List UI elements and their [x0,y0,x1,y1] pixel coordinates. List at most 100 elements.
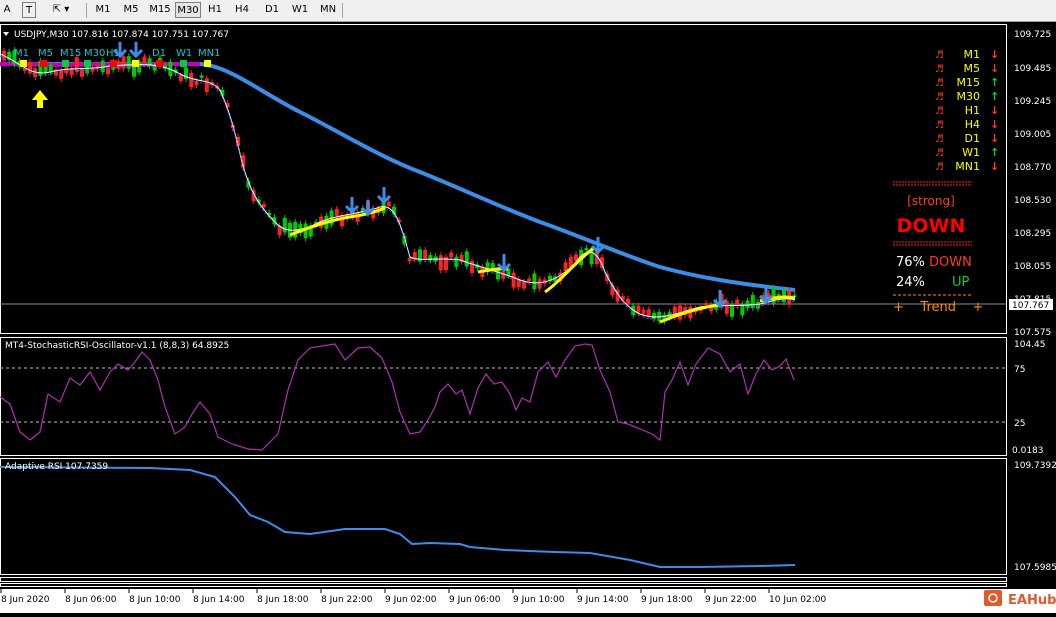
moving-average-line [0,62,796,292]
candle-body [756,301,760,309]
toolbar-divider [342,3,343,18]
candle-body [100,60,105,73]
candle-body [652,312,656,320]
candle-body [750,294,755,309]
signal-row-w1: ♬ W1 ↑ [935,146,999,159]
chart-header: USDJPY,M30 107.816 107.874 107.751 107.7… [3,30,229,40]
price-panel-frame [0,24,1007,334]
time-tick-label: 9 Jun 02:00 [385,595,437,605]
candle-body [386,201,391,207]
candle-body [74,57,79,73]
candle-body [418,249,422,262]
price-tick: 109.245 [1014,97,1051,107]
tf-mn-button[interactable]: MN [317,2,339,18]
note-icon: ♬ [935,78,944,89]
price-tick: 109.005 [1014,130,1051,140]
candle-body [199,75,204,78]
tf-strip-label: M15 [60,48,81,59]
stoch-tick: 104.45 [1014,340,1046,350]
rsi-panel-title: Adaptive RSI 107.7359 [5,462,108,472]
price-tick: 109.725 [1014,30,1051,40]
signal-tf-label: M15 [957,76,981,89]
candle-body [527,278,532,282]
candle-body [501,271,506,279]
candle-body [584,248,589,251]
time-tick-label: 10 Jun 02:00 [769,595,826,605]
current-price-tag: 107.767 [1009,299,1053,311]
candle-body [80,68,84,77]
sell-arrow-icon [112,42,774,309]
toolbar-divider [86,3,87,18]
note-icon: ♬ [935,106,944,117]
arrow-up-icon: ↑ [990,90,999,103]
candle-body [178,75,183,82]
price-tick: 108.530 [1014,196,1051,206]
rsi-panel-frame [0,458,1007,575]
arrow-down-icon: ↓ [990,132,999,145]
price-tick: 108.770 [1014,163,1051,173]
arrows-icon: ⇱ ▾ [52,4,70,15]
tf-strip-label: M1 [14,48,29,59]
tf-h1-button[interactable]: H1 [205,2,225,18]
adaptive-rsi-panel[interactable]: Adaptive RSI 107.7359 109.7392 107.5985 [0,458,1056,575]
text-tool-button[interactable]: A [0,2,14,18]
current-price-value: 107.767 [1012,301,1049,311]
signal-tf-label: M1 [964,48,981,61]
signal-tf-label: D1 [965,132,980,145]
candle-body [532,273,537,290]
chart-area[interactable]: M1 M5 M15 M30 H1 D1 W1 MN1 USDJPY,M30 10… [0,22,1056,613]
tf-m5-button[interactable]: M5 [120,2,142,18]
chart-toolbar: A T ⇱ ▾ M1 M5 M15 M30 H1 H4 D1 W1 MN [0,0,1056,22]
fast-ma-line [0,53,796,318]
note-icon: ♬ [935,92,944,103]
tf-h4-button[interactable]: H4 [232,2,252,18]
signal-row-mn1: ♬ MN1 ↓ [935,160,999,173]
signal-tf-label: H4 [965,118,980,131]
signal-tf-label: H1 [965,104,980,117]
time-tick-label: 9 Jun 06:00 [449,595,501,605]
up-label: UP [952,275,970,290]
price-tick: 108.295 [1014,229,1051,239]
stoch-panel-frame [0,337,1007,456]
candle-body [449,252,454,258]
time-tick-label: 8 Jun 06:00 [65,595,117,605]
signal-verdict: DOWN [897,215,966,237]
stoch-axis: 104.45 75 25 0.0183 [1012,340,1046,456]
candle-body [262,204,266,208]
tf-strip-label: MN1 [198,48,220,59]
signal-row-m1: ♬ M1 ↓ [935,48,999,61]
tf-d1-button[interactable]: D1 [262,2,282,18]
time-tick-label: 8 Jun 22:00 [321,595,373,605]
arrow-down-icon: ↓ [990,62,999,75]
note-icon: ♬ [935,120,944,131]
signal-tf-label: MN1 [955,160,980,173]
tf-strip-label: M5 [38,48,53,59]
stoch-panel-title: MT4-StochasticRSI-Oscillator-v1.1 (8,8,3… [5,341,229,351]
chart-scrollbar[interactable] [0,577,1007,587]
collapse-icon [3,32,9,36]
candlestick-series [2,47,797,325]
note-icon: ♬ [935,148,944,159]
note-icon: ♬ [935,134,944,145]
price-axis: 109.725 109.485 109.245 109.005 108.770 … [1014,30,1051,338]
candle-body [423,249,428,260]
tf-m15-button[interactable]: M15 [147,2,173,18]
candle-body [704,303,708,306]
time-tick-label: 8 Jun 2020 [1,595,50,605]
tf-w1-button[interactable]: W1 [290,2,310,18]
candle-body [646,309,651,316]
rsi-tick: 109.7392 [1014,461,1056,471]
arrows-tool-button[interactable]: ⇱ ▾ [46,2,76,18]
rsi-axis: 109.7392 107.5985 [1014,461,1056,573]
note-icon: ♬ [935,162,944,173]
trend-line-yellow [544,245,596,294]
signal-tf-label: W1 [962,146,980,159]
down-label: DOWN [929,255,972,270]
watermark: EAHub [984,590,1056,608]
tf-m30-button[interactable]: M30 [175,2,201,18]
stoch-tick: 25 [1014,419,1025,429]
text-label-tool-button[interactable]: T [22,2,36,18]
price-panel[interactable]: M1 M5 M15 M30 H1 D1 W1 MN1 USDJPY,M30 10… [0,24,1053,339]
tf-m1-button[interactable]: M1 [92,2,114,18]
stoch-rsi-panel[interactable]: MT4-StochasticRSI-Oscillator-v1.1 (8,8,3… [0,337,1046,457]
